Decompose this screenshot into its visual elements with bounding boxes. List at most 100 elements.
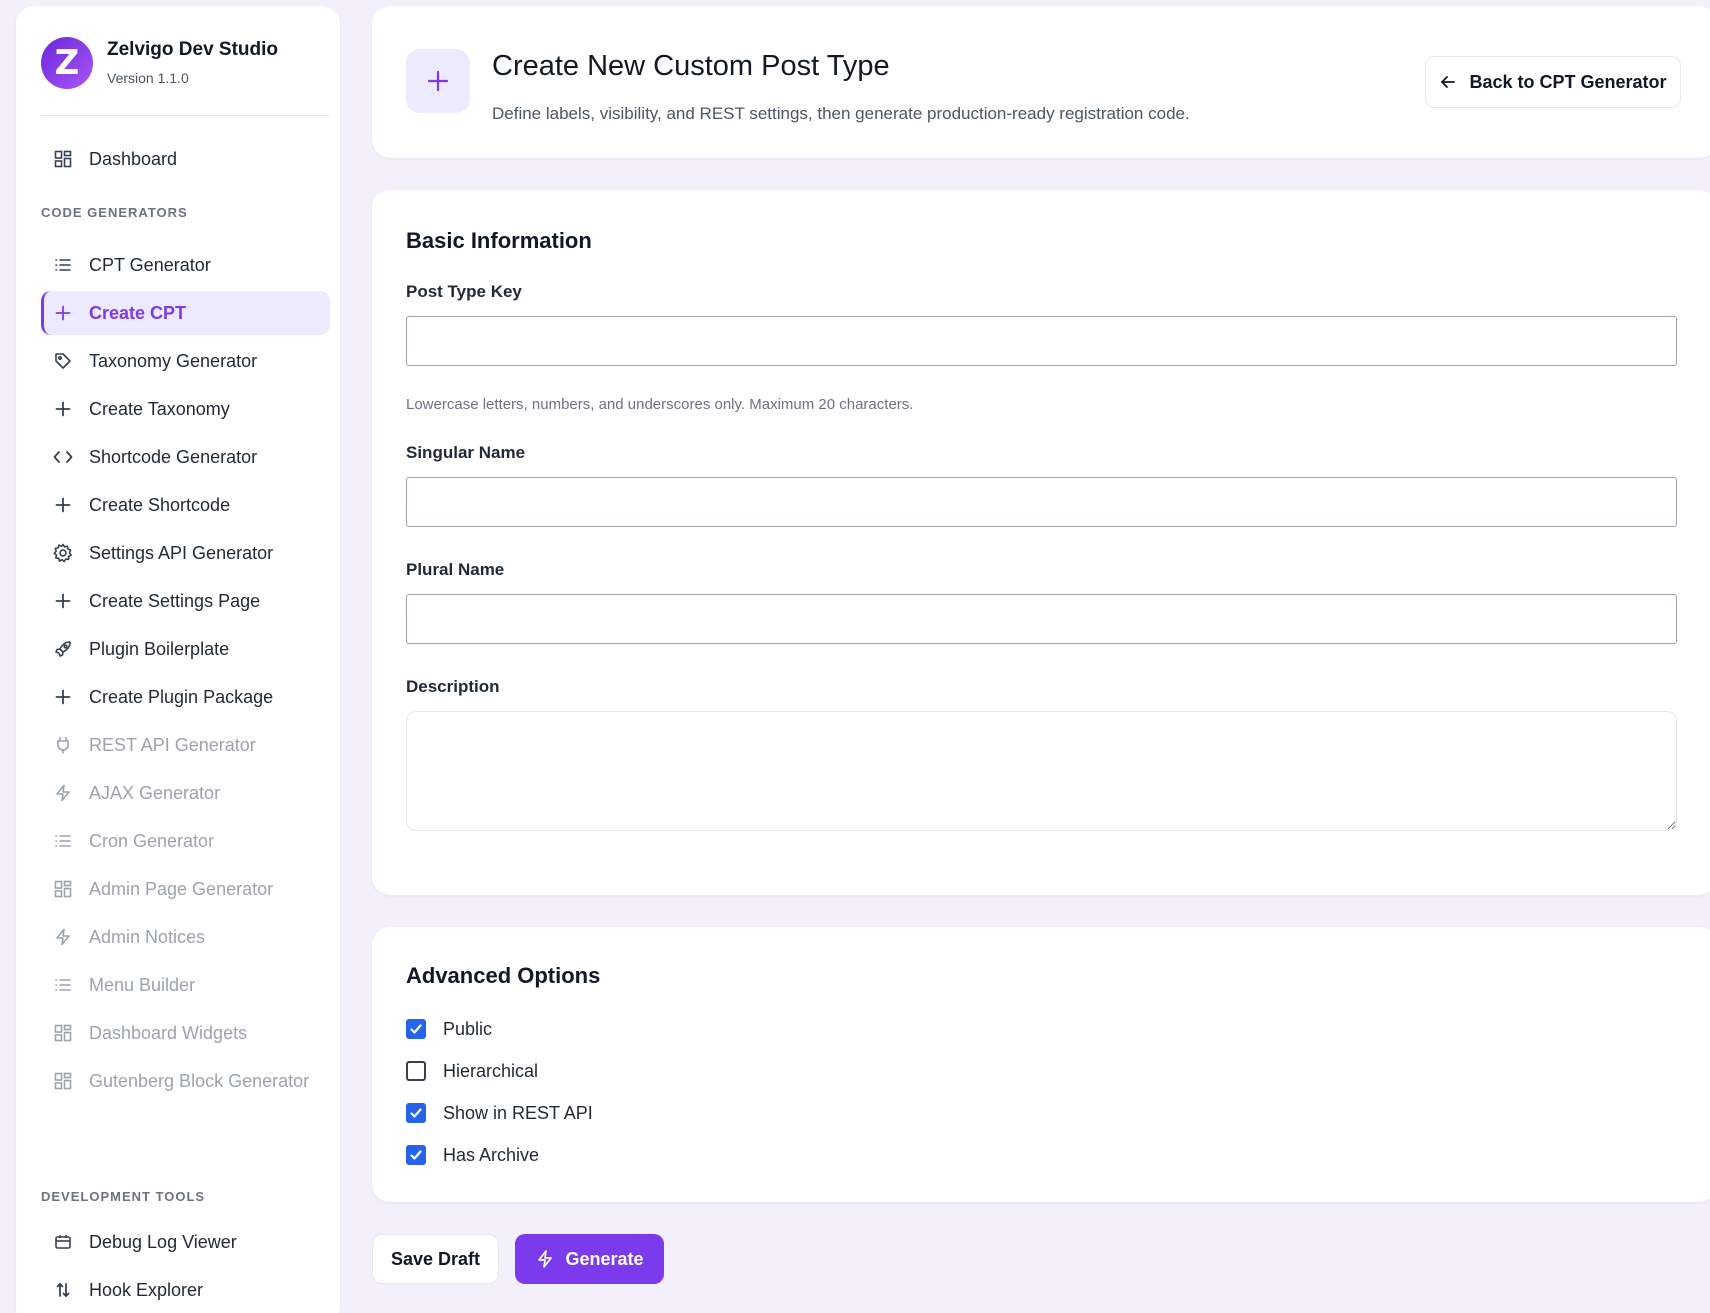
sidebar-item-create-settings-page[interactable]: Create Settings Page (41, 579, 330, 623)
bolt-icon (535, 1249, 555, 1269)
sidebar-item-label: Taxonomy Generator (89, 350, 258, 371)
generate-button[interactable]: Generate (515, 1234, 664, 1284)
sidebar-item-admin-notices[interactable]: Admin Notices (41, 915, 330, 959)
sidebar-item-label: Create Shortcode (89, 494, 231, 515)
option-show-in-rest-api[interactable]: Show in REST API (406, 1101, 593, 1125)
calendar-icon (53, 1232, 73, 1252)
singular-name-input[interactable] (406, 477, 1677, 527)
list-icon (53, 975, 73, 995)
section-development-tools: DEVELOPMENT TOOLS (41, 1189, 206, 1204)
advanced-options-card: Advanced Options Public Hierarchical Show … (372, 927, 1710, 1202)
sidebar-item-create-taxonomy[interactable]: Create Taxonomy (41, 387, 330, 431)
bolt-icon (53, 783, 73, 803)
bolt-icon (53, 927, 73, 947)
plus-icon (53, 687, 73, 707)
sidebar-item-plugin-boilerplate[interactable]: Plugin Boilerplate (41, 627, 330, 671)
sidebar-item-taxonomy-generator[interactable]: Taxonomy Generator (41, 339, 330, 383)
brand: Z Zelvigo Dev Studio Version 1.1.0 (41, 30, 330, 116)
sidebar-item-cpt-generator[interactable]: CPT Generator (41, 243, 330, 287)
description-label: Description (406, 677, 500, 696)
description-textarea[interactable] (406, 711, 1677, 831)
grid-icon (53, 1023, 73, 1043)
brand-logo: Z (41, 37, 93, 89)
plural-name-input[interactable] (406, 594, 1677, 644)
sidebar-item-shortcode-generator[interactable]: Shortcode Generator (41, 435, 330, 479)
option-has-archive[interactable]: Has Archive (406, 1143, 539, 1167)
sidebar-item-label: Create Taxonomy (89, 398, 230, 419)
plural-name-label: Plural Name (406, 560, 505, 579)
plus-icon (53, 591, 73, 611)
section-title: Basic Information (406, 228, 592, 253)
page-title: Create New Custom Post Type (492, 50, 890, 82)
back-to-cpt-generator-button[interactable]: Back to CPT Generator (1425, 56, 1681, 108)
sidebar-item-create-shortcode[interactable]: Create Shortcode (41, 483, 330, 527)
section-code-generators: CODE GENERATORS (41, 205, 188, 220)
code-icon (53, 447, 73, 467)
plus-icon (406, 49, 470, 113)
sidebar-item-label: Shortcode Generator (89, 446, 258, 467)
sidebar-item-label: AJAX Generator (89, 782, 221, 803)
sidebar-item-label: Gutenberg Block Generator (89, 1070, 310, 1091)
sidebar-item-label: Cron Generator (89, 830, 215, 851)
option-public[interactable]: Public (406, 1017, 492, 1041)
section-title: Advanced Options (406, 963, 601, 988)
option-label: Public (443, 1018, 493, 1039)
sort-icon (53, 1280, 73, 1300)
checkbox[interactable] (406, 1061, 426, 1081)
save-draft-button[interactable]: Save Draft (372, 1234, 499, 1284)
sidebar-item-label: Plugin Boilerplate (89, 638, 230, 659)
sidebar-item-label: REST API Generator (89, 734, 256, 755)
option-label: Hierarchical (443, 1060, 539, 1081)
sidebar-item-label: Debug Log Viewer (89, 1231, 237, 1252)
plus-icon (53, 495, 73, 515)
option-hierarchical[interactable]: Hierarchical (406, 1059, 538, 1083)
gear-icon (53, 543, 73, 563)
singular-name-label: Singular Name (406, 443, 526, 462)
tag-icon (53, 351, 73, 371)
brand-version: Version 1.1.0 (107, 70, 189, 86)
post-type-key-input[interactable] (406, 316, 1677, 366)
sidebar: Z Zelvigo Dev Studio Version 1.1.0 Dashb… (16, 6, 340, 1313)
grid-icon (53, 149, 73, 169)
sidebar-item-hook-explorer[interactable]: Hook Explorer (41, 1268, 330, 1312)
sidebar-item-label: Create Settings Page (89, 590, 261, 611)
sidebar-item-admin-page-generator[interactable]: Admin Page Generator (41, 867, 330, 911)
back-button-label: Back to CPT Generator (1469, 71, 1667, 92)
sidebar-item-menu-builder[interactable]: Menu Builder (41, 963, 330, 1007)
plus-icon (53, 399, 73, 419)
page-header: Create New Custom Post Type Define label… (372, 6, 1710, 158)
sidebar-item-gutenberg-block-generator[interactable]: Gutenberg Block Generator (41, 1059, 330, 1103)
sidebar-item-label: Settings API Generator (89, 542, 274, 563)
sidebar-item-dashboard-widgets[interactable]: Dashboard Widgets (41, 1011, 330, 1055)
sidebar-item-create-cpt[interactable]: Create CPT (41, 291, 330, 335)
checkbox[interactable] (406, 1145, 426, 1165)
list-icon (53, 831, 73, 851)
basic-information-card: Basic Information Post Type Key Lowercas… (372, 190, 1710, 895)
sidebar-item-settings-api-generator[interactable]: Settings API Generator (41, 531, 330, 575)
sidebar-item-label: Create CPT (89, 302, 187, 323)
sidebar-item-label: Create Plugin Package (89, 686, 274, 707)
post-type-key-help: Lowercase letters, numbers, and undersco… (406, 396, 914, 413)
sidebar-item-label: Dashboard Widgets (89, 1022, 248, 1043)
plug-icon (53, 735, 73, 755)
checkbox[interactable] (406, 1103, 426, 1123)
sidebar-item-cron-generator[interactable]: Cron Generator (41, 819, 330, 863)
arrow-left-icon (1439, 73, 1457, 91)
sidebar-item-debug-log-viewer[interactable]: Debug Log Viewer (41, 1220, 330, 1264)
sidebar-item-create-plugin-package[interactable]: Create Plugin Package (41, 675, 330, 719)
option-label: Show in REST API (443, 1102, 593, 1123)
sidebar-item-dashboard[interactable]: Dashboard (41, 137, 330, 181)
plus-icon (53, 303, 73, 323)
generate-label: Generate (565, 1248, 644, 1269)
sidebar-item-rest-api-generator[interactable]: REST API Generator (41, 723, 330, 767)
sidebar-item-label: Admin Page Generator (89, 878, 274, 899)
page-subtitle: Define labels, visibility, and REST sett… (492, 104, 1190, 123)
sidebar-item-ajax-generator[interactable]: AJAX Generator (41, 771, 330, 815)
grid-icon (53, 1071, 73, 1091)
sidebar-item-label: CPT Generator (89, 254, 211, 275)
list-icon (53, 255, 73, 275)
rocket-icon (53, 639, 73, 659)
brand-name: Zelvigo Dev Studio (107, 39, 279, 60)
checkbox[interactable] (406, 1019, 426, 1039)
sidebar-item-label: Dashboard (89, 148, 178, 169)
